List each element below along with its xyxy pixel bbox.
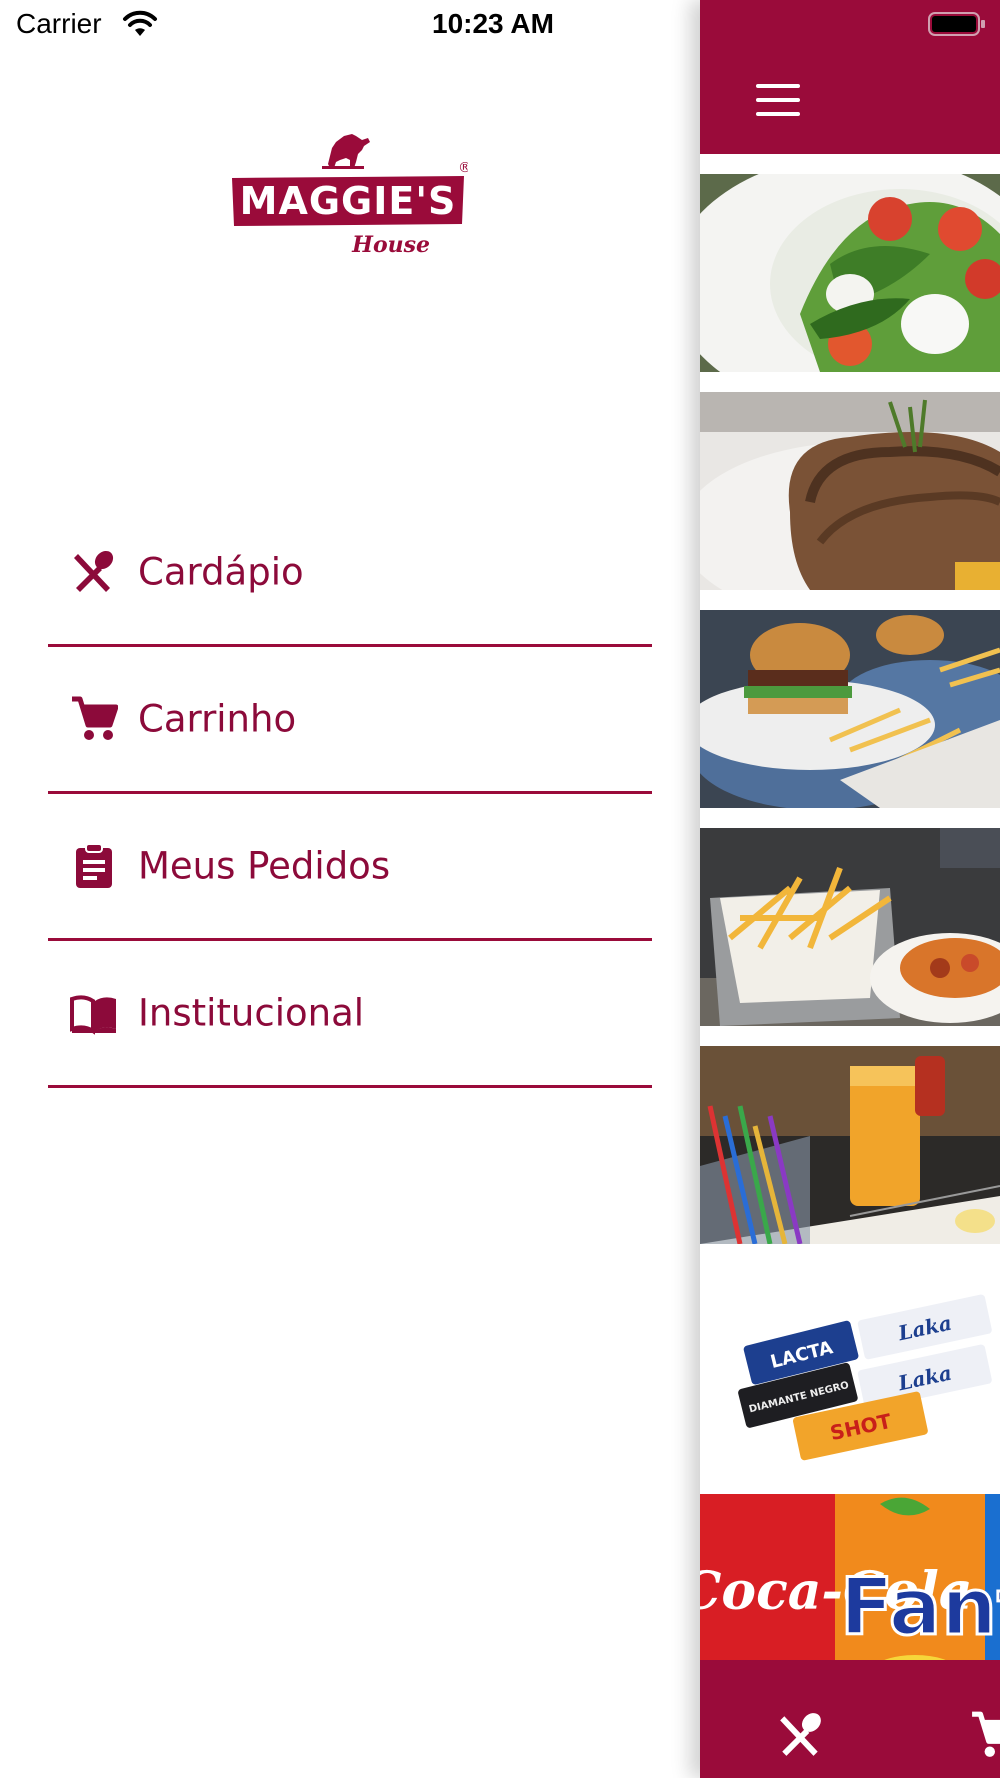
logo-text: MAGGIE'S xyxy=(240,179,457,223)
menu-item-label: Meus Pedidos xyxy=(138,844,391,888)
menu-item-cardapio[interactable]: Cardápio xyxy=(48,500,652,647)
menu-item-label: Cardápio xyxy=(138,550,304,594)
carrier-label: Carrier xyxy=(16,8,102,39)
registered-mark: ® xyxy=(458,160,468,176)
menu-item-label: Carrinho xyxy=(138,697,297,741)
book-icon xyxy=(70,995,116,1035)
drawer-menu: Cardápio Carrinho Meus Pedidos Instituci… xyxy=(48,500,652,1088)
clock: 10:23 AM xyxy=(432,8,554,39)
soda-label-fanta: Fanta xyxy=(840,1563,1000,1653)
fork-knife-icon xyxy=(74,550,114,592)
logo-subtext: House xyxy=(351,232,430,258)
bottom-tab-bar xyxy=(700,1660,1000,1778)
battery-icon xyxy=(928,12,985,36)
status-bar: Carrier 10:23 AM xyxy=(0,0,1000,50)
maggies-house-logo: MAGGIE'S ® House xyxy=(232,134,468,258)
cart-icon xyxy=(72,696,118,740)
cart-icon[interactable] xyxy=(970,1710,1000,1760)
main-content: LACTA Laka Laka DIAMANTE NEGRO SHOT Coca… xyxy=(700,0,1000,1778)
menu-item-carrinho[interactable]: Carrinho xyxy=(48,647,652,794)
wifi-icon xyxy=(123,10,157,36)
category-tile-steak[interactable] xyxy=(700,392,1000,590)
category-tile-burgers[interactable] xyxy=(700,610,1000,808)
category-tile-chocolates[interactable]: LACTA Laka Laka DIAMANTE NEGRO SHOT xyxy=(700,1264,1000,1474)
category-tile-juice[interactable] xyxy=(700,1046,1000,1244)
clipboard-icon xyxy=(76,843,112,888)
menu-item-meus-pedidos[interactable]: Meus Pedidos xyxy=(48,794,652,941)
category-tile-sodas[interactable]: Coca-Cola Fanta xyxy=(700,1494,1000,1674)
side-drawer: MAGGIE'S ® House Cardápio Carrinho Meus … xyxy=(0,0,700,1778)
fork-knife-icon[interactable] xyxy=(776,1710,826,1760)
menu-item-label: Institucional xyxy=(138,991,365,1035)
hamburger-icon[interactable] xyxy=(756,84,800,118)
category-tile-salad[interactable] xyxy=(700,174,1000,372)
category-tiles: LACTA Laka Laka DIAMANTE NEGRO SHOT Coca… xyxy=(700,174,1000,1694)
menu-item-institucional[interactable]: Institucional xyxy=(48,941,652,1088)
category-tile-fries[interactable] xyxy=(700,828,1000,1026)
